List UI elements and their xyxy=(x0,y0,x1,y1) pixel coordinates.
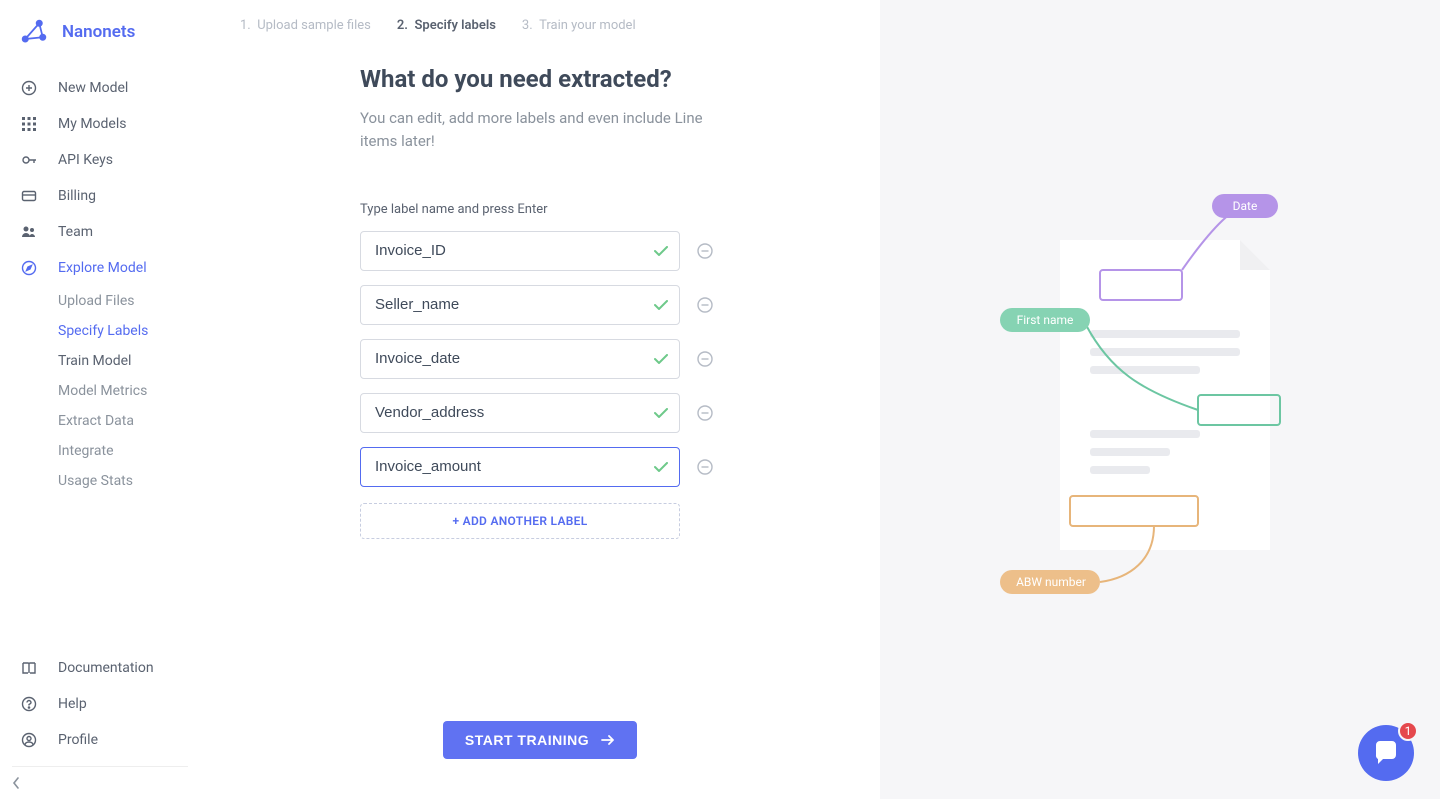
help-icon xyxy=(20,695,38,713)
chat-badge: 1 xyxy=(1398,721,1418,741)
check-icon xyxy=(654,408,668,418)
subnav-integrate[interactable]: Integrate xyxy=(58,436,200,466)
nav-label: Team xyxy=(58,224,93,240)
grid-icon xyxy=(20,115,38,133)
check-icon xyxy=(654,246,668,256)
label-name-input[interactable] xyxy=(360,231,680,271)
subnav: Upload Files Specify Labels Train Model … xyxy=(0,286,200,496)
label-rows: + ADD ANOTHER LABEL xyxy=(360,231,760,539)
subnav-train-model[interactable]: Train Model xyxy=(58,346,200,376)
team-icon xyxy=(20,223,38,241)
check-icon xyxy=(654,462,668,472)
chevron-left-icon xyxy=(12,777,20,789)
bottom-nav: Documentation Help Profile xyxy=(0,644,200,758)
nav-label: New Model xyxy=(58,80,128,96)
nav-label: Profile xyxy=(58,732,98,748)
arrow-right-icon xyxy=(601,735,615,745)
subnav-extract-data[interactable]: Extract Data xyxy=(58,406,200,436)
illus-tag-abw: ABW number xyxy=(1016,575,1086,589)
nav-label: Billing xyxy=(58,188,96,204)
subnav-specify-labels[interactable]: Specify Labels xyxy=(58,316,200,346)
label-name-input[interactable] xyxy=(360,339,680,379)
brand-logo[interactable]: Nanonets xyxy=(0,18,200,64)
step-upload-files[interactable]: 1. Upload sample files xyxy=(240,18,371,33)
illus-tag-date: Date xyxy=(1233,199,1258,213)
label-row xyxy=(360,447,760,487)
collapse-sidebar-button[interactable] xyxy=(12,766,188,789)
nav-label: API Keys xyxy=(58,152,113,168)
label-row xyxy=(360,231,760,271)
page-title: What do you need extracted? xyxy=(360,65,760,93)
chat-fab[interactable]: 1 xyxy=(1358,725,1414,781)
wizard-steps: 1. Upload sample files 2. Specify labels… xyxy=(200,18,880,65)
card-icon xyxy=(20,187,38,205)
start-training-button[interactable]: START TRAINING xyxy=(443,721,637,759)
user-icon xyxy=(20,731,38,749)
plus-circle-icon xyxy=(20,79,38,97)
nav-label: Help xyxy=(58,696,87,712)
label-row xyxy=(360,339,760,379)
nav-new-model[interactable]: New Model xyxy=(0,70,200,106)
nav-label: My Models xyxy=(58,116,126,132)
illus-tag-firstname: First name xyxy=(1017,313,1074,327)
illustration-panel: Date First name ABW number 1 xyxy=(880,0,1440,799)
remove-label-button[interactable] xyxy=(694,294,716,316)
page-subtitle: You can edit, add more labels and even i… xyxy=(360,107,720,154)
check-icon xyxy=(654,300,668,310)
subnav-upload-files[interactable]: Upload Files xyxy=(58,286,200,316)
label-row xyxy=(360,393,760,433)
label-row xyxy=(360,285,760,325)
nav-billing[interactable]: Billing xyxy=(0,178,200,214)
step-specify-labels[interactable]: 2. Specify labels xyxy=(397,18,496,33)
nav-label: Documentation xyxy=(58,660,154,676)
document-illustration: Date First name ABW number xyxy=(990,190,1330,610)
label-name-input[interactable] xyxy=(360,285,680,325)
center-column: 1. Upload sample files 2. Specify labels… xyxy=(200,0,880,799)
key-icon xyxy=(20,151,38,169)
compass-icon xyxy=(20,259,38,277)
add-another-label-button[interactable]: + ADD ANOTHER LABEL xyxy=(360,503,680,539)
label-input-hint: Type label name and press Enter xyxy=(360,202,760,217)
chat-icon xyxy=(1372,739,1400,767)
label-name-input[interactable] xyxy=(360,393,680,433)
main: 1. Upload sample files 2. Specify labels… xyxy=(200,0,1440,799)
label-name-input[interactable] xyxy=(360,447,680,487)
nav-api-keys[interactable]: API Keys xyxy=(0,142,200,178)
book-icon xyxy=(20,659,38,677)
nav-documentation[interactable]: Documentation xyxy=(0,650,200,686)
remove-label-button[interactable] xyxy=(694,348,716,370)
nav-profile[interactable]: Profile xyxy=(0,722,200,758)
sidebar: Nanonets New Model My Models API Keys Bi… xyxy=(0,0,200,799)
check-icon xyxy=(654,354,668,364)
brand-name: Nanonets xyxy=(62,22,135,42)
button-label: START TRAINING xyxy=(465,732,589,748)
step-train-model[interactable]: 3. Train your model xyxy=(522,18,636,33)
remove-label-button[interactable] xyxy=(694,456,716,478)
nav-help[interactable]: Help xyxy=(0,686,200,722)
content: What do you need extracted? You can edit… xyxy=(200,65,760,539)
subnav-model-metrics[interactable]: Model Metrics xyxy=(58,376,200,406)
brand-icon xyxy=(20,18,48,46)
subnav-usage-stats[interactable]: Usage Stats xyxy=(58,466,200,496)
nav-label: Explore Model xyxy=(58,260,147,276)
main-nav: New Model My Models API Keys Billing Tea… xyxy=(0,64,200,496)
nav-my-models[interactable]: My Models xyxy=(0,106,200,142)
nav-team[interactable]: Team xyxy=(0,214,200,250)
remove-label-button[interactable] xyxy=(694,402,716,424)
remove-label-button[interactable] xyxy=(694,240,716,262)
nav-explore-model[interactable]: Explore Model xyxy=(0,250,200,286)
